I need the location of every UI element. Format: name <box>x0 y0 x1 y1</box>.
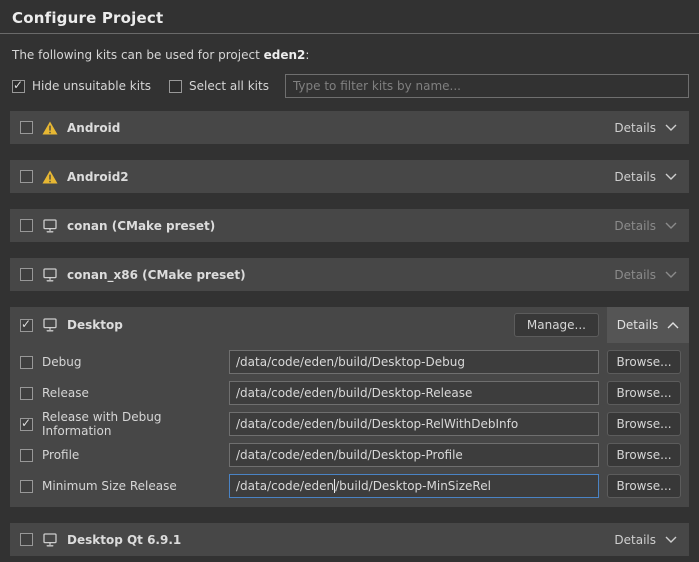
hide-unsuitable-label: Hide unsuitable kits <box>32 79 151 93</box>
kit-row-conan-x86[interactable]: conan_x86 (CMake preset) Details <box>10 258 689 291</box>
config-checkbox[interactable] <box>20 418 33 431</box>
desktop-icon <box>42 268 58 282</box>
browse-button[interactable]: Browse... <box>607 474 681 498</box>
browse-button[interactable]: Browse... <box>607 381 681 405</box>
select-all-kits-toggle[interactable]: Select all kits <box>169 79 269 93</box>
chevron-down-icon <box>665 124 677 131</box>
build-config-row-release: Release Browse... <box>20 381 681 405</box>
browse-button[interactable]: Browse... <box>607 350 681 374</box>
browse-button[interactable]: Browse... <box>607 443 681 467</box>
kit-name: conan_x86 (CMake preset) <box>67 268 246 282</box>
page-title: Configure Project <box>12 9 687 27</box>
warning-icon <box>42 170 58 184</box>
desktop-icon <box>42 318 58 332</box>
chevron-down-icon <box>665 271 677 278</box>
build-config-row-debug: Debug Browse... <box>20 350 681 374</box>
config-label: Minimum Size Release <box>42 479 229 493</box>
kit-name: Android2 <box>67 170 129 184</box>
kit-row-android2[interactable]: Android2 Details <box>10 160 689 193</box>
select-all-label: Select all kits <box>189 79 269 93</box>
details-toggle: Details <box>614 219 677 233</box>
details-toggle: Details <box>614 268 677 282</box>
chevron-down-icon <box>665 173 677 180</box>
kit-checkbox[interactable] <box>20 170 33 183</box>
kit-checkbox[interactable] <box>20 319 33 332</box>
chevron-down-icon <box>665 222 677 229</box>
config-checkbox[interactable] <box>20 387 33 400</box>
select-all-checkbox[interactable] <box>169 80 182 93</box>
chevron-up-icon <box>667 322 679 329</box>
kit-checkbox[interactable] <box>20 219 33 232</box>
config-checkbox[interactable] <box>20 480 33 493</box>
desktop-icon <box>42 219 58 233</box>
kit-list: Android Details Android2 Details <box>0 111 699 556</box>
config-label: Debug <box>42 355 229 369</box>
hide-unsuitable-checkbox[interactable] <box>12 80 25 93</box>
config-checkbox[interactable] <box>20 356 33 369</box>
kit-row-conan[interactable]: conan (CMake preset) Details <box>10 209 689 242</box>
config-label: Profile <box>42 448 229 462</box>
project-name: eden2 <box>264 48 306 62</box>
build-config-row-minsizerel: Minimum Size Release /data/code/eden/bui… <box>20 474 681 498</box>
warning-icon <box>42 121 58 135</box>
configure-project-page: Configure Project The following kits can… <box>0 0 699 562</box>
config-label: Release with Debug Information <box>42 410 229 438</box>
chevron-down-icon <box>665 536 677 543</box>
kit-checkbox[interactable] <box>20 533 33 546</box>
kit-name: Android <box>67 121 120 135</box>
kit-row-desktop[interactable]: Desktop Manage... Details <box>10 307 689 343</box>
build-dir-input[interactable] <box>229 412 599 436</box>
desktop-icon <box>42 533 58 547</box>
build-config-row-profile: Profile Browse... <box>20 443 681 467</box>
kit-checkbox[interactable] <box>20 121 33 134</box>
kit-checkbox[interactable] <box>20 268 33 281</box>
kit-name: Desktop Qt 6.9.1 <box>67 533 181 547</box>
kit-name: Desktop <box>67 318 123 332</box>
manage-button[interactable]: Manage... <box>514 313 599 337</box>
browse-button[interactable]: Browse... <box>607 412 681 436</box>
build-dir-input[interactable] <box>229 381 599 405</box>
kit-name: conan (CMake preset) <box>67 219 215 233</box>
details-toggle[interactable]: Details <box>614 121 677 135</box>
page-header: Configure Project <box>0 0 699 34</box>
config-checkbox[interactable] <box>20 449 33 462</box>
details-toggle[interactable]: Details <box>614 170 677 184</box>
build-config-row-relwithdebinfo: Release with Debug Information Browse... <box>20 412 681 436</box>
details-toggle[interactable]: Details <box>607 307 689 343</box>
build-dir-input[interactable] <box>229 350 599 374</box>
details-toggle[interactable]: Details <box>614 533 677 547</box>
intro-text: The following kits can be used for proje… <box>12 48 687 62</box>
kit-row-desktop-qt-691[interactable]: Desktop Qt 6.9.1 Details <box>10 523 689 556</box>
hide-unsuitable-kits-toggle[interactable]: Hide unsuitable kits <box>12 79 151 93</box>
kit-row-android[interactable]: Android Details <box>10 111 689 144</box>
build-dir-input-focused[interactable]: /data/code/eden/build/Desktop-MinSizeRel <box>229 474 599 498</box>
config-label: Release <box>42 386 229 400</box>
kit-filter-input[interactable] <box>285 74 689 98</box>
filter-toolbar: Hide unsuitable kits Select all kits <box>12 74 689 98</box>
kit-section-desktop: Desktop Manage... Details Debug Browse..… <box>10 307 689 507</box>
build-dir-input[interactable] <box>229 443 599 467</box>
